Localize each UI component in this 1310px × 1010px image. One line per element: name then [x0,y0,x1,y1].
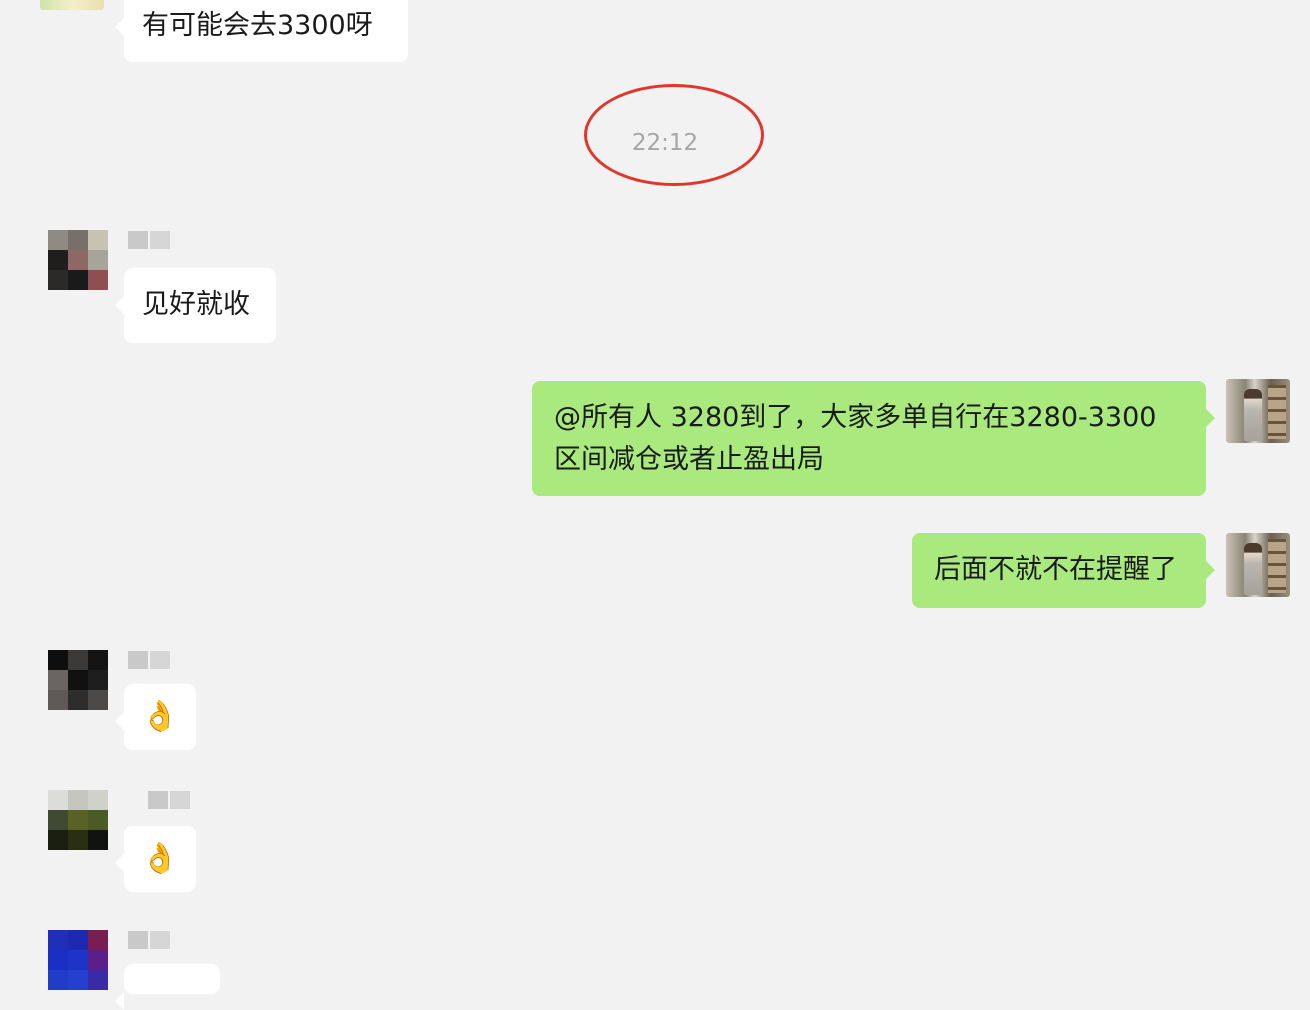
sender-avatar[interactable] [48,230,108,290]
chat-timestamp: 22:12 [631,130,699,156]
sender-avatar[interactable] [48,790,108,850]
message-bubble-incoming[interactable]: 见好就收 [115,268,276,343]
message-bubble-outgoing[interactable]: @所有人 3280到了，大家多单自行在3280-3300 区间减仓或者止盈出局 [532,381,1215,496]
sender-name-blurred [128,651,170,669]
message-text: 见好就收 [142,289,250,320]
ok-hand-emoji-icon: 👌 [141,841,179,876]
ok-hand-emoji-icon: 👌 [141,699,179,734]
sender-avatar[interactable] [48,930,108,990]
message-bubble-incoming-partial[interactable] [115,964,220,1010]
my-avatar[interactable] [1226,379,1290,443]
message-text-line: @所有人 3280到了，大家多单自行在3280-3300 [554,402,1157,433]
avatar-partial-top[interactable] [40,0,104,10]
message-text-line: 区间减仓或者止盈出局 [554,444,824,475]
message-text: 有可能会去3300呀 [142,10,373,41]
message-bubble-incoming[interactable]: 👌 [115,684,196,750]
message-text: 后面不就不在提醒了 [934,554,1177,585]
message-bubble-incoming[interactable]: 👌 [115,826,196,892]
sender-name-blurred [128,231,170,249]
chat-message-area: 有可能会去3300呀 22:12 见好就收 @所有人 3280到了，大家多单自行… [0,0,1310,1010]
sender-name-blurred [148,791,190,809]
message-bubble-outgoing[interactable]: 后面不就不在提醒了 [912,533,1215,608]
message-bubble-incoming[interactable]: 有可能会去3300呀 [115,0,408,62]
sender-name-blurred [128,931,170,949]
sender-avatar[interactable] [48,650,108,710]
my-avatar[interactable] [1226,533,1290,597]
